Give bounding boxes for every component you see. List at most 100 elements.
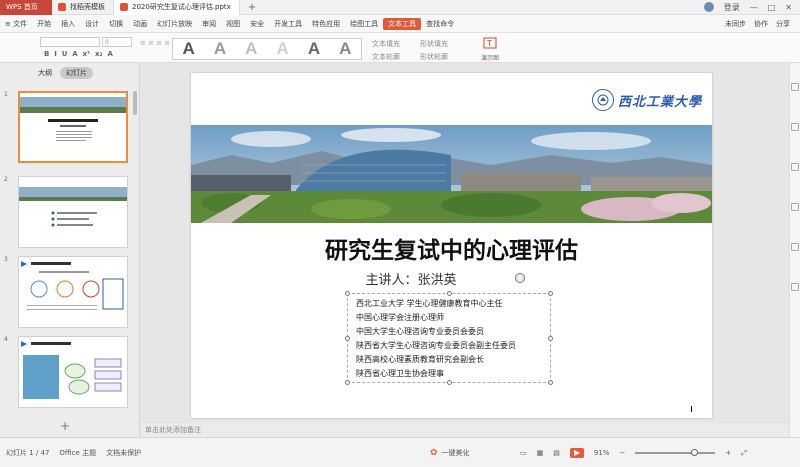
new-tab-button[interactable]: + bbox=[240, 2, 264, 13]
thumbnail-slide-2[interactable] bbox=[18, 176, 128, 248]
menu-slideshow[interactable]: 幻灯片放映 bbox=[152, 19, 197, 29]
resize-handle[interactable] bbox=[447, 291, 452, 296]
wordart-style-3[interactable]: A bbox=[245, 39, 257, 59]
menu-review[interactable]: 审阅 bbox=[197, 19, 221, 29]
fit-window-icon[interactable]: ⤢ bbox=[741, 449, 747, 458]
menu-security[interactable]: 安全 bbox=[245, 19, 269, 29]
text-outline-button[interactable]: 文本轮廓 bbox=[372, 52, 400, 62]
sync-status[interactable]: 未同步 bbox=[725, 19, 746, 29]
maximize-button[interactable]: □ bbox=[768, 3, 776, 12]
text-cursor bbox=[691, 406, 692, 412]
zoom-slider[interactable] bbox=[635, 449, 716, 456]
home-tab[interactable]: WPS 首页 bbox=[0, 0, 52, 15]
speaker-name[interactable]: 主讲人：张洪英 bbox=[191, 269, 631, 288]
tab-document-label: 2020研究生复试心理评估.pptx bbox=[132, 3, 231, 11]
title-bar: WPS 首页 找稻壳模板 2020研究生复试心理评估.pptx + 登录 — □… bbox=[0, 0, 800, 15]
collaborate-button[interactable]: 协作 bbox=[754, 19, 768, 29]
menu-developer[interactable]: 开发工具 bbox=[269, 19, 307, 29]
normal-view-icon[interactable]: ▭ bbox=[520, 449, 527, 457]
tab-slides[interactable]: 幻灯片 bbox=[60, 67, 93, 79]
menu-drawing-tools[interactable]: 绘图工具 bbox=[345, 19, 383, 29]
zoom-out-button[interactable]: − bbox=[619, 449, 625, 457]
slide-3-preview bbox=[21, 261, 124, 310]
thumbnail-slide-4[interactable] bbox=[18, 336, 128, 408]
beautify-button[interactable]: 一键美化 bbox=[442, 448, 470, 458]
reading-view-icon[interactable]: ▤ bbox=[553, 449, 560, 457]
thumbnail-slide-3[interactable] bbox=[18, 256, 128, 328]
wordart-style-6[interactable]: A bbox=[339, 39, 351, 59]
ribbon: 0 B I U A x² x₂ A ≡ ≡ ≡ ≡ 文本填充 文本轮廓 形状填充… bbox=[0, 33, 800, 63]
wordart-style-5[interactable]: A bbox=[308, 39, 320, 59]
wordart-gallery: A A A A A A bbox=[172, 38, 362, 60]
university-logo: 西北工業大學 bbox=[591, 89, 702, 111]
thumbnail-slide-1[interactable] bbox=[18, 91, 128, 163]
wordart-style-4[interactable]: A bbox=[277, 39, 289, 59]
shape-fill-button[interactable]: 形状填充 bbox=[420, 39, 448, 49]
notes-area[interactable]: 单击此处添加备注 bbox=[141, 423, 789, 437]
play-icon bbox=[573, 450, 580, 456]
thumbnail-scrollbar[interactable] bbox=[133, 91, 137, 115]
slideshow-play-button[interactable] bbox=[569, 448, 584, 458]
menu-view[interactable]: 视图 bbox=[221, 19, 245, 29]
menu-search[interactable]: 查找命令 bbox=[421, 19, 459, 29]
format-icon[interactable] bbox=[791, 123, 799, 131]
tab-template[interactable]: 找稻壳模板 bbox=[52, 0, 114, 15]
minimize-button[interactable]: — bbox=[750, 3, 758, 12]
status-bar: 幻灯片 1 / 47 Office 主题 文档未保护 ✿ 一键美化 ▭ ▦ ▤ … bbox=[0, 437, 800, 467]
doc-protect-status[interactable]: 文档未保护 bbox=[106, 448, 141, 458]
menu-animation[interactable]: 动画 bbox=[128, 19, 152, 29]
resize-handle[interactable] bbox=[447, 380, 452, 385]
template-icon[interactable] bbox=[791, 243, 799, 251]
menu-features[interactable]: 特色应用 bbox=[307, 19, 345, 29]
property-icon[interactable] bbox=[791, 83, 799, 91]
wordart-style-1[interactable]: A bbox=[183, 39, 195, 59]
wordart-style-2[interactable]: A bbox=[214, 39, 226, 59]
tab-outline[interactable]: 大纲 bbox=[38, 68, 52, 78]
menu-home[interactable]: 开始 bbox=[32, 19, 56, 29]
theme-name[interactable]: Office 主题 bbox=[59, 448, 96, 458]
resize-handle[interactable] bbox=[548, 336, 553, 341]
resize-handle[interactable] bbox=[345, 380, 350, 385]
sorter-view-icon[interactable]: ▦ bbox=[537, 449, 544, 457]
art-graphic-button[interactable]: T 演示图形 bbox=[479, 36, 501, 71]
zoom-in-button[interactable]: + bbox=[725, 449, 731, 457]
resize-handle[interactable] bbox=[345, 336, 350, 341]
resize-handle[interactable] bbox=[548, 291, 553, 296]
menu-insert[interactable]: 插入 bbox=[56, 19, 80, 29]
share-button[interactable]: 分享 bbox=[776, 19, 790, 29]
bio-line: 陕西省心理卫生协会理事 bbox=[356, 369, 444, 378]
animation-icon[interactable] bbox=[791, 163, 799, 171]
text-fill-button[interactable]: 文本填充 bbox=[372, 39, 400, 49]
layout-icon[interactable] bbox=[791, 203, 799, 211]
view-controls: ▭ ▦ ▤ 91% − + ⤢ bbox=[520, 438, 747, 467]
tab-document[interactable]: 2020研究生复试心理评估.pptx bbox=[114, 0, 240, 15]
menu-design[interactable]: 设计 bbox=[80, 19, 104, 29]
shape-outline-button[interactable]: 形状轮廓 bbox=[420, 52, 448, 62]
rotate-handle-icon[interactable] bbox=[515, 273, 525, 283]
help-icon[interactable] bbox=[791, 283, 799, 291]
bio-line: 陕西省大学生心理咨询专业委员会副主任委员 bbox=[356, 341, 516, 350]
slide-title[interactable]: 研究生复试中的心理评估 bbox=[191, 231, 712, 265]
slide-4-preview bbox=[21, 341, 122, 399]
add-slide-button[interactable]: + bbox=[60, 419, 70, 433]
zoom-slider-knob[interactable] bbox=[691, 449, 699, 456]
font-size-field[interactable]: 0 bbox=[102, 37, 132, 47]
slide[interactable]: 西北工業大學 研究生复试中的心理评估 主讲人：张洪英 西北工业大学 学生心理健康… bbox=[191, 73, 712, 418]
menu-file[interactable]: ≡ 文件 bbox=[0, 19, 32, 29]
resize-handle[interactable] bbox=[548, 380, 553, 385]
bio-line: 陕西高校心理素质教育研究会副会长 bbox=[356, 355, 484, 364]
resize-handle[interactable] bbox=[345, 291, 350, 296]
login-button[interactable]: 登录 bbox=[724, 2, 740, 13]
format-buttons: B I U A x² x₂ A bbox=[44, 50, 113, 58]
bio-line: 西北工业大学 学生心理健康教育中心主任 bbox=[356, 299, 503, 308]
slide-1-preview bbox=[20, 97, 126, 141]
tab-template-label: 找稻壳模板 bbox=[70, 3, 105, 11]
close-button[interactable]: ✕ bbox=[785, 3, 792, 12]
bio-text-box[interactable]: 西北工业大学 学生心理健康教育中心主任 中国心理学会注册心理师 中国大学生心理咨… bbox=[345, 291, 553, 385]
menu-transition[interactable]: 切换 bbox=[104, 19, 128, 29]
zoom-value[interactable]: 91% bbox=[594, 449, 610, 457]
avatar[interactable] bbox=[703, 2, 714, 12]
font-name-field[interactable] bbox=[40, 37, 100, 47]
align-buttons: ≡ ≡ ≡ ≡ bbox=[140, 39, 171, 47]
menu-text-tools[interactable]: 文本工具 bbox=[383, 17, 422, 30]
